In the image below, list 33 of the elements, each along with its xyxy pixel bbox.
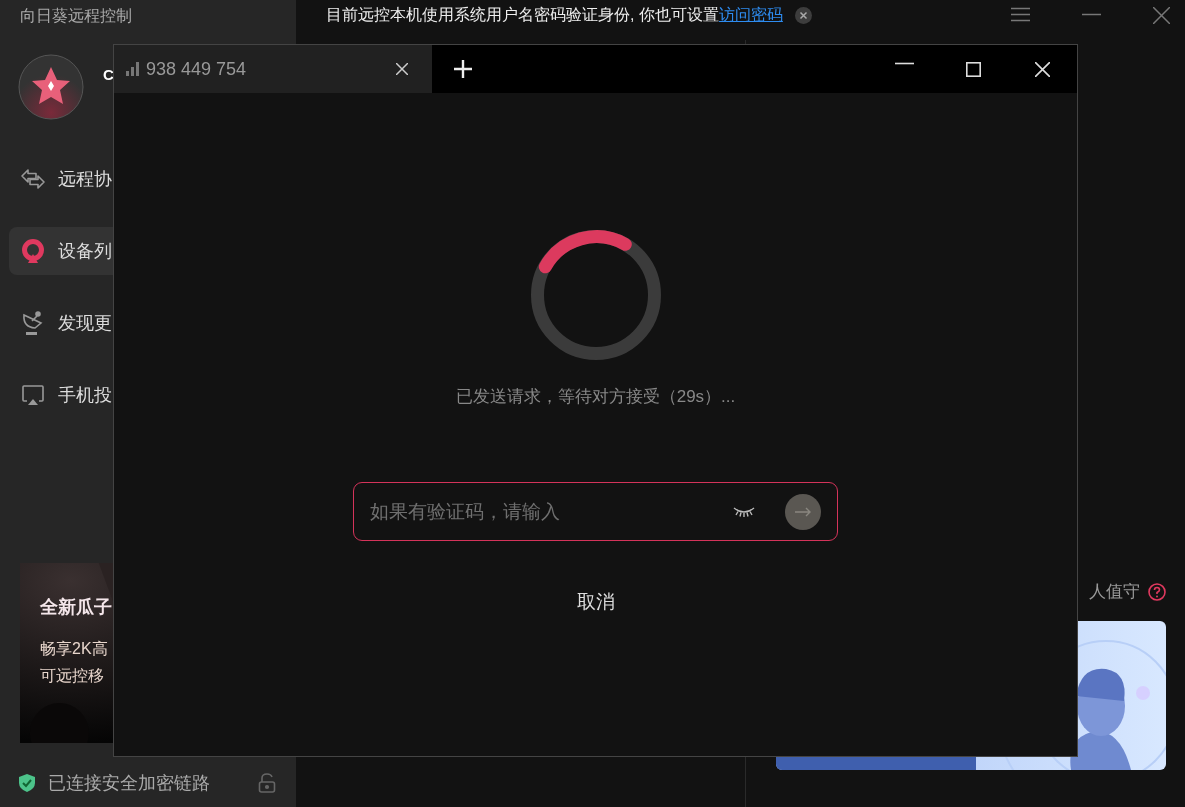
shield-check-icon [18,773,36,793]
connection-tab[interactable]: 938 449 754 [114,45,432,93]
cancel-button[interactable]: 取消 [570,587,621,617]
close-icon[interactable] [396,63,408,75]
sidebar-item[interactable]: 发现更 [9,299,285,347]
add-tab-icon[interactable] [454,60,472,78]
sidebar-item[interactable]: 手机投 [9,371,285,419]
submit-button[interactable] [785,494,821,530]
swap-arrows-icon [20,168,46,190]
unlock-icon[interactable] [258,772,276,794]
notice-text: 目前远控本机使用系统用户名密码验证身份, 你也可设置 [326,4,719,25]
maximize-icon[interactable] [966,61,981,77]
status-text: 已连接安全加密链路 [48,772,210,795]
avatar [18,54,84,120]
verification-code-field[interactable]: 如果有验证码，请输入 [353,482,838,541]
promo-title: 全新瓜子 [40,596,113,619]
user-name: C [103,66,114,83]
close-icon[interactable] [794,6,812,24]
arrow-right-icon [795,507,811,517]
ring-logo-icon [20,239,46,263]
promo-text: 畅享2K高 [40,639,109,659]
screen-cast-icon [20,384,46,406]
promo-text: 可远控移 [40,666,105,686]
signal-icon [126,62,142,76]
help-icon[interactable] [1148,582,1166,601]
closed-eye-icon[interactable] [733,506,755,518]
menu-icon[interactable] [1011,6,1030,22]
status-message: 已发送请求，等待对方接受（29s）... [455,386,736,408]
app-title: 向日葵远程控制 [19,6,133,26]
unattended-label: 人值守 [1089,581,1140,603]
sidebar-item[interactable]: 远程协 [9,155,285,203]
access-password-link[interactable]: 访问密码 [718,4,783,26]
minimize-icon[interactable] [895,61,914,65]
